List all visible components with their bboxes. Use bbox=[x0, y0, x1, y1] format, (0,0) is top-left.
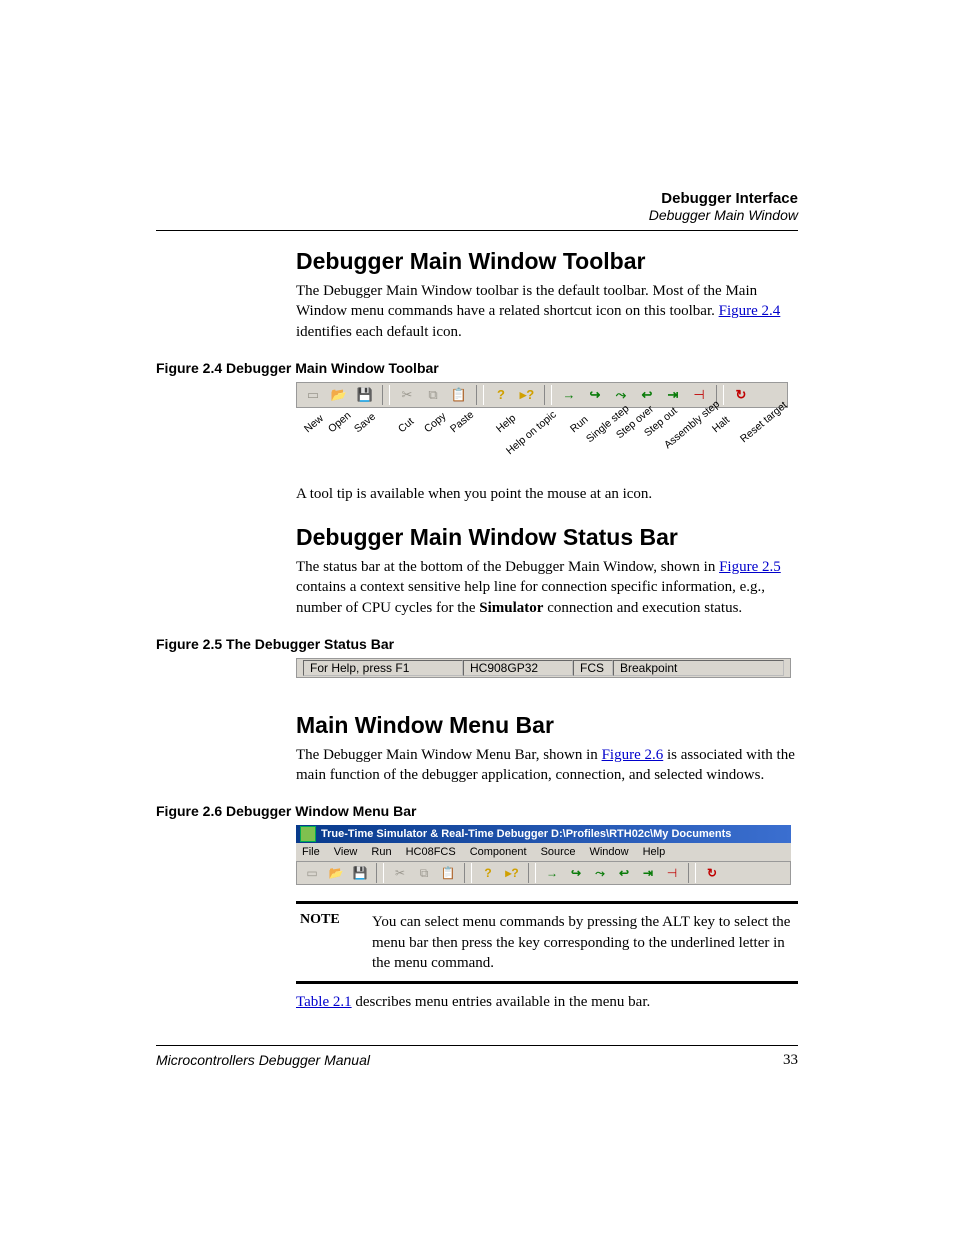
paste-icon[interactable]: 📋 bbox=[437, 863, 459, 883]
menu-hc08fcs[interactable]: HC08FCS bbox=[406, 846, 456, 858]
bold-simulator: Simulator bbox=[479, 600, 543, 616]
step-out-icon[interactable]: ↩ bbox=[613, 863, 635, 883]
toolbar-separator bbox=[544, 385, 552, 405]
open-icon[interactable]: 📂 bbox=[327, 384, 351, 406]
note-text: You can select menu commands by pressing… bbox=[372, 912, 798, 973]
toolbar-separator bbox=[382, 385, 390, 405]
save-icon[interactable]: 💾 bbox=[349, 863, 371, 883]
figure-2-5: For Help, press F1 HC908GP32 FCS Breakpo… bbox=[296, 658, 798, 678]
help-on-topic-icon[interactable]: ▸? bbox=[515, 384, 539, 406]
step-over-icon[interactable]: ⤳ bbox=[589, 863, 611, 883]
open-icon[interactable]: 📂 bbox=[325, 863, 347, 883]
note-label: NOTE bbox=[300, 912, 356, 973]
link-figure-2-5[interactable]: Figure 2.5 bbox=[719, 559, 781, 575]
halt-icon[interactable]: ⊣ bbox=[661, 863, 683, 883]
status-mode: FCS bbox=[573, 660, 613, 676]
note-block: NOTE You can select menu commands by pre… bbox=[296, 901, 798, 984]
app-menubar: File View Run HC08FCS Component Source W… bbox=[296, 843, 791, 861]
menu-run[interactable]: Run bbox=[371, 846, 391, 858]
menu-component[interactable]: Component bbox=[470, 846, 527, 858]
app-title-text: True-Time Simulator & Real-Time Debugger… bbox=[321, 828, 731, 840]
toolbar-separator bbox=[476, 385, 484, 405]
cut-icon[interactable]: ✂ bbox=[389, 863, 411, 883]
copy-icon[interactable]: ⧉ bbox=[421, 384, 445, 406]
help-icon[interactable]: ? bbox=[489, 384, 513, 406]
step-out-icon[interactable]: ↩ bbox=[635, 384, 659, 406]
menu-file[interactable]: File bbox=[302, 846, 320, 858]
reset-target-icon[interactable]: ↻ bbox=[701, 863, 723, 883]
figure-2-6: True-Time Simulator & Real-Time Debugger… bbox=[296, 825, 791, 885]
link-figure-2-6[interactable]: Figure 2.6 bbox=[602, 747, 664, 763]
section3-paragraph: The Debugger Main Window Menu Bar, shown… bbox=[296, 745, 798, 786]
copy-icon[interactable]: ⧉ bbox=[413, 863, 435, 883]
help-icon[interactable]: ? bbox=[477, 863, 499, 883]
running-header-line2: Debugger Main Window bbox=[398, 207, 798, 223]
footer-page-number: 33 bbox=[783, 1052, 798, 1069]
run-icon[interactable]: → bbox=[541, 863, 563, 883]
status-chip: HC908GP32 bbox=[463, 660, 573, 676]
toolbar-labels: New Open Save Cut Copy Paste Help Help o… bbox=[296, 408, 788, 462]
new-icon[interactable]: ▭ bbox=[301, 384, 325, 406]
page-footer: Microcontrollers Debugger Manual 33 bbox=[156, 1045, 798, 1069]
reset-target-icon[interactable]: ↻ bbox=[729, 384, 753, 406]
running-header: Debugger Interface Debugger Main Window bbox=[398, 190, 798, 223]
status-help-text: For Help, press F1 bbox=[303, 660, 463, 676]
status-state: Breakpoint bbox=[613, 660, 784, 676]
section-title-toolbar: Debugger Main Window Toolbar bbox=[296, 248, 798, 275]
table-reference: Table 2.1 describes menu entries availab… bbox=[296, 992, 798, 1012]
figure-2-6-caption: Figure 2.6 Debugger Window Menu Bar bbox=[156, 803, 798, 819]
save-icon[interactable]: 💾 bbox=[353, 384, 377, 406]
status-bar: For Help, press F1 HC908GP32 FCS Breakpo… bbox=[296, 658, 791, 678]
single-step-icon[interactable]: ↪ bbox=[583, 384, 607, 406]
section1-paragraph: The Debugger Main Window toolbar is the … bbox=[296, 281, 798, 342]
figure-2-4: ▭ 📂 💾 ✂ ⧉ 📋 ? ▸? → ↪ ⤳ ↩ ⇥ ⊣ ↻ bbox=[296, 382, 798, 462]
menu-window[interactable]: Window bbox=[589, 846, 628, 858]
step-over-icon[interactable]: ⤳ bbox=[609, 384, 633, 406]
menu-source[interactable]: Source bbox=[541, 846, 576, 858]
tooltip-sentence: A tool tip is available when you point t… bbox=[296, 484, 798, 504]
new-icon[interactable]: ▭ bbox=[301, 863, 323, 883]
cut-icon[interactable]: ✂ bbox=[395, 384, 419, 406]
section-title-menubar: Main Window Menu Bar bbox=[296, 712, 798, 739]
paste-icon[interactable]: 📋 bbox=[447, 384, 471, 406]
assembly-step-icon[interactable]: ⇥ bbox=[637, 863, 659, 883]
section-title-statusbar: Debugger Main Window Status Bar bbox=[296, 524, 798, 551]
link-table-2-1[interactable]: Table 2.1 bbox=[296, 994, 352, 1010]
header-rule bbox=[156, 230, 798, 231]
single-step-icon[interactable]: ↪ bbox=[565, 863, 587, 883]
menu-help[interactable]: Help bbox=[643, 846, 666, 858]
run-icon[interactable]: → bbox=[557, 384, 581, 406]
app-icon bbox=[300, 826, 316, 842]
app-toolbar: ▭ 📂 💾 ✂ ⧉ 📋 ? ▸? → ↪ ⤳ ↩ ⇥ ⊣ ↻ bbox=[296, 861, 791, 885]
section2-paragraph: The status bar at the bottom of the Debu… bbox=[296, 557, 798, 618]
running-header-line1: Debugger Interface bbox=[398, 190, 798, 207]
link-figure-2-4[interactable]: Figure 2.4 bbox=[719, 303, 781, 319]
footer-book-title: Microcontrollers Debugger Manual bbox=[156, 1052, 370, 1069]
assembly-step-icon[interactable]: ⇥ bbox=[661, 384, 685, 406]
figure-2-5-caption: Figure 2.5 The Debugger Status Bar bbox=[156, 636, 798, 652]
menu-view[interactable]: View bbox=[334, 846, 358, 858]
app-titlebar: True-Time Simulator & Real-Time Debugger… bbox=[296, 825, 791, 843]
figure-2-4-caption: Figure 2.4 Debugger Main Window Toolbar bbox=[156, 360, 798, 376]
help-on-topic-icon[interactable]: ▸? bbox=[501, 863, 523, 883]
